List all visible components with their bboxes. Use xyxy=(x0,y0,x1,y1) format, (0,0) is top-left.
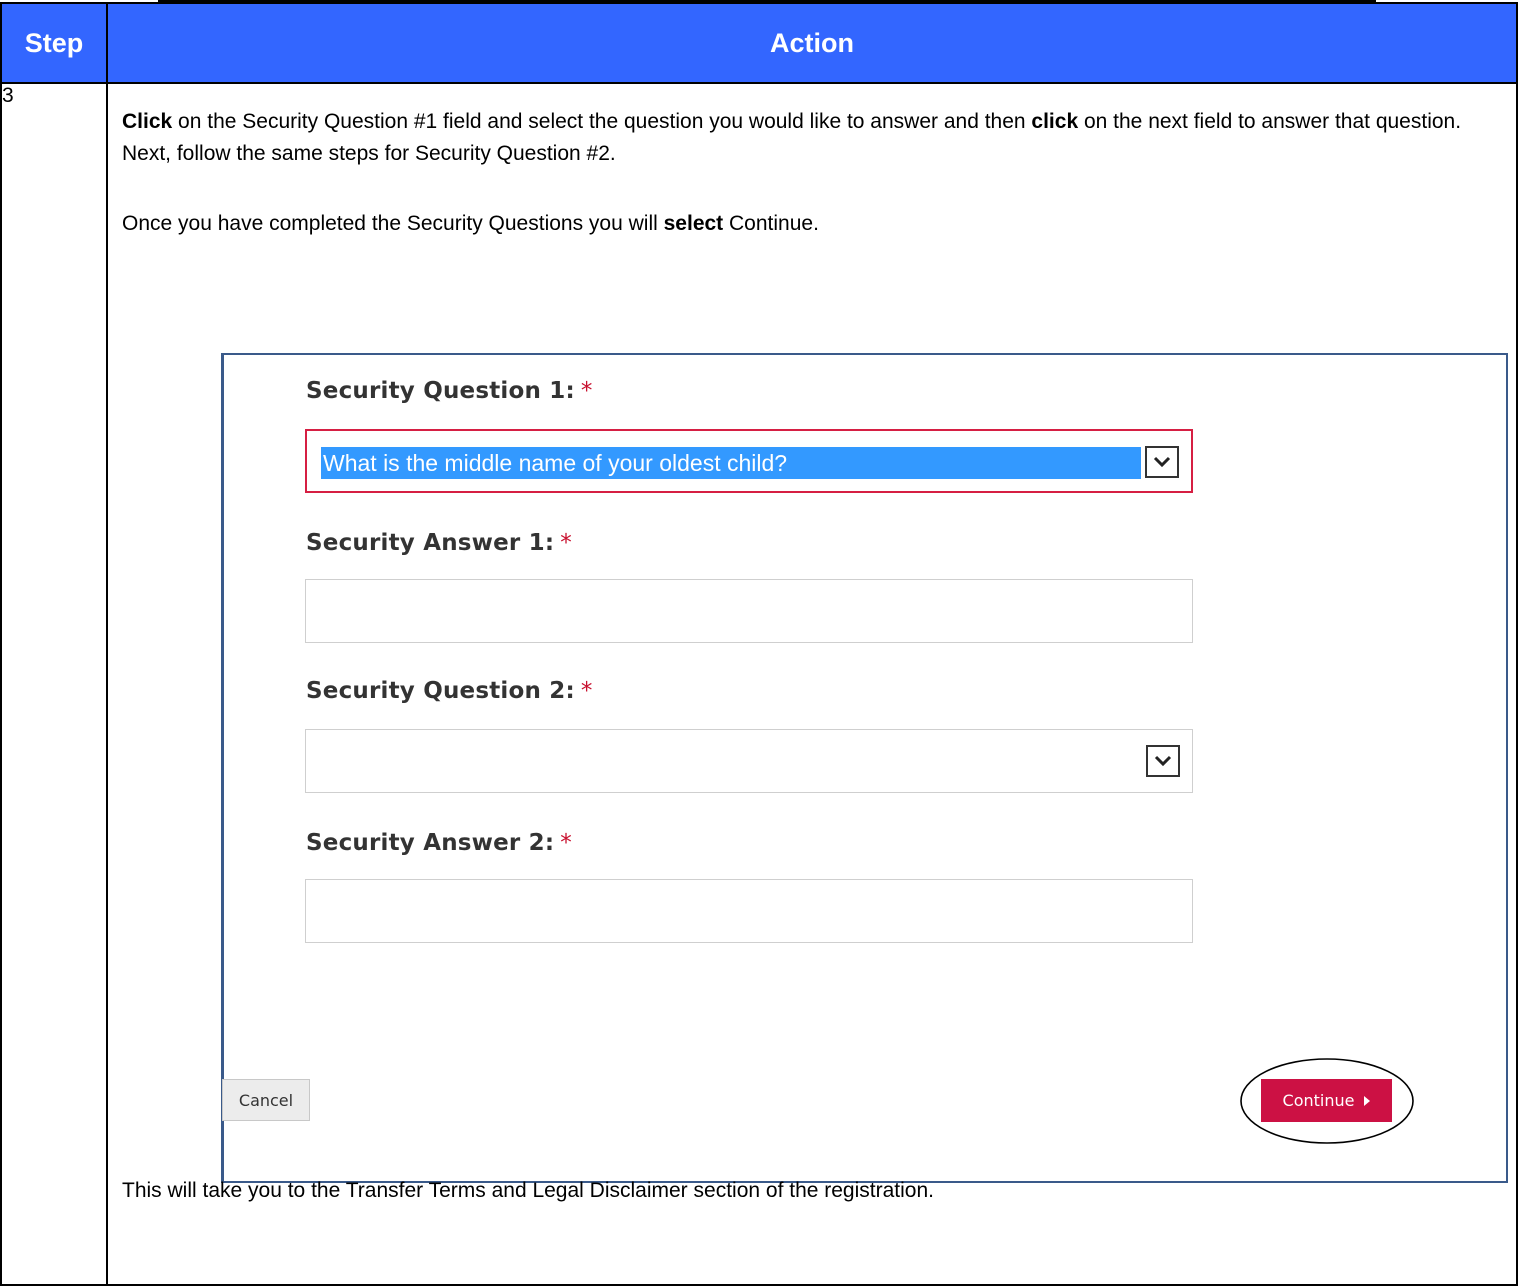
question2-select[interactable] xyxy=(305,729,1193,793)
question1-label: Security Question 1: * xyxy=(306,378,593,404)
answer1-input[interactable] xyxy=(305,579,1193,643)
caret-right-icon xyxy=(1364,1095,1371,1106)
table-header-row: Step Action xyxy=(0,2,1518,84)
instruction-paragraph-3: This will take you to the Transfer Terms… xyxy=(122,1179,934,1202)
continue-button[interactable]: Continue xyxy=(1261,1079,1392,1122)
answer1-label: Security Answer 1: * xyxy=(306,530,572,556)
required-marker: * xyxy=(560,830,572,856)
steps-table: Step Action 3 Click on the Security Ques… xyxy=(0,2,1518,1286)
text-run: click xyxy=(1031,110,1079,133)
text-run: on the Security Question #1 field and se… xyxy=(172,110,1032,133)
table-row: 3 Click on the Security Question #1 fiel… xyxy=(0,82,1518,1286)
step-number: 3 xyxy=(0,82,108,1286)
action-cell: Click on the Security Question #1 field … xyxy=(106,82,1518,1286)
action-header: Action xyxy=(106,2,1518,84)
required-marker: * xyxy=(580,678,593,704)
text-run: select xyxy=(663,212,724,235)
question1-selected-value: What is the middle name of your oldest c… xyxy=(321,447,1141,479)
chevron-down-icon[interactable] xyxy=(1146,745,1180,777)
question2-label: Security Question 2: * xyxy=(306,678,593,704)
text-run: Once you have completed the Security Que… xyxy=(122,212,664,235)
answer2-label: Security Answer 2: * xyxy=(306,830,572,856)
instruction-paragraph-2: Once you have completed the Security Que… xyxy=(122,212,819,236)
step-header: Step xyxy=(0,2,108,84)
text-run: Continue. xyxy=(723,212,819,235)
instruction-paragraph-1: Click on the Security Question #1 field … xyxy=(122,106,1512,170)
answer2-input[interactable] xyxy=(305,879,1193,943)
continue-label: Continue xyxy=(1282,1091,1355,1110)
form-screenshot: Security Question 1: * What is the middle… xyxy=(221,353,1508,1183)
required-marker: * xyxy=(580,378,593,404)
chevron-down-icon[interactable] xyxy=(1145,446,1179,478)
cancel-button[interactable]: Cancel xyxy=(222,1079,310,1121)
text-run: Click xyxy=(122,110,173,133)
question1-select[interactable]: What is the middle name of your oldest c… xyxy=(305,429,1193,493)
required-marker: * xyxy=(560,530,572,556)
